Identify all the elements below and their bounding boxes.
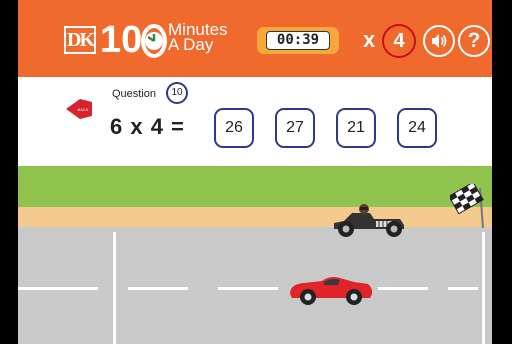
lane-dash — [378, 287, 428, 290]
brand-line-2: A Day — [168, 35, 214, 54]
timer-display: 00:39 — [266, 31, 330, 50]
back-arrow-icon: BACK — [66, 99, 92, 119]
answer-button-3[interactable]: 21 — [336, 108, 376, 148]
speaker-icon — [432, 34, 447, 48]
brand-ten: 10 — [100, 18, 142, 62]
sand-verge — [18, 207, 492, 227]
track-line-right — [482, 232, 485, 344]
lane-dash — [218, 287, 278, 290]
answer-button-2[interactable]: 27 — [275, 108, 315, 148]
player-car — [288, 272, 374, 311]
answer-button-4[interactable]: 24 — [397, 108, 437, 148]
clock-icon — [140, 23, 168, 59]
opponent-car — [330, 199, 408, 244]
question-number: 10 — [166, 82, 188, 104]
multiplier-badge: 4 — [382, 24, 416, 58]
grass-strip — [18, 166, 492, 207]
help-button[interactable]: ? — [458, 25, 490, 57]
answer-button-1[interactable]: 26 — [214, 108, 254, 148]
lane-dash — [128, 287, 188, 290]
lane-dash — [448, 287, 478, 290]
question-panel: BACK Question 10 6 x 4 = 26 27 21 24 — [18, 77, 492, 166]
brand-number: 10 — [100, 19, 143, 61]
question-mark-icon: ? — [467, 29, 481, 52]
lane-dash — [18, 287, 98, 290]
question-label: Question — [112, 88, 157, 100]
equation: 6 x 4 = — [110, 114, 185, 139]
dk-logo: DK — [64, 26, 96, 54]
race-track — [18, 227, 492, 344]
back-label: BACK — [78, 107, 89, 112]
track-line-left — [113, 232, 116, 344]
game-stage: DK 10 Minutes A Day 00:39 x 4 ? BACK Que… — [18, 0, 492, 344]
timer-box: 00:39 — [257, 27, 339, 54]
back-button[interactable]: BACK — [66, 99, 94, 124]
sound-button[interactable] — [423, 25, 455, 57]
header-bar: DK 10 Minutes A Day 00:39 x 4 ? — [18, 0, 492, 77]
brand-title: Minutes A Day — [168, 21, 228, 54]
multiplier-symbol: x — [363, 27, 376, 52]
checkered-flag-icon — [448, 181, 484, 233]
